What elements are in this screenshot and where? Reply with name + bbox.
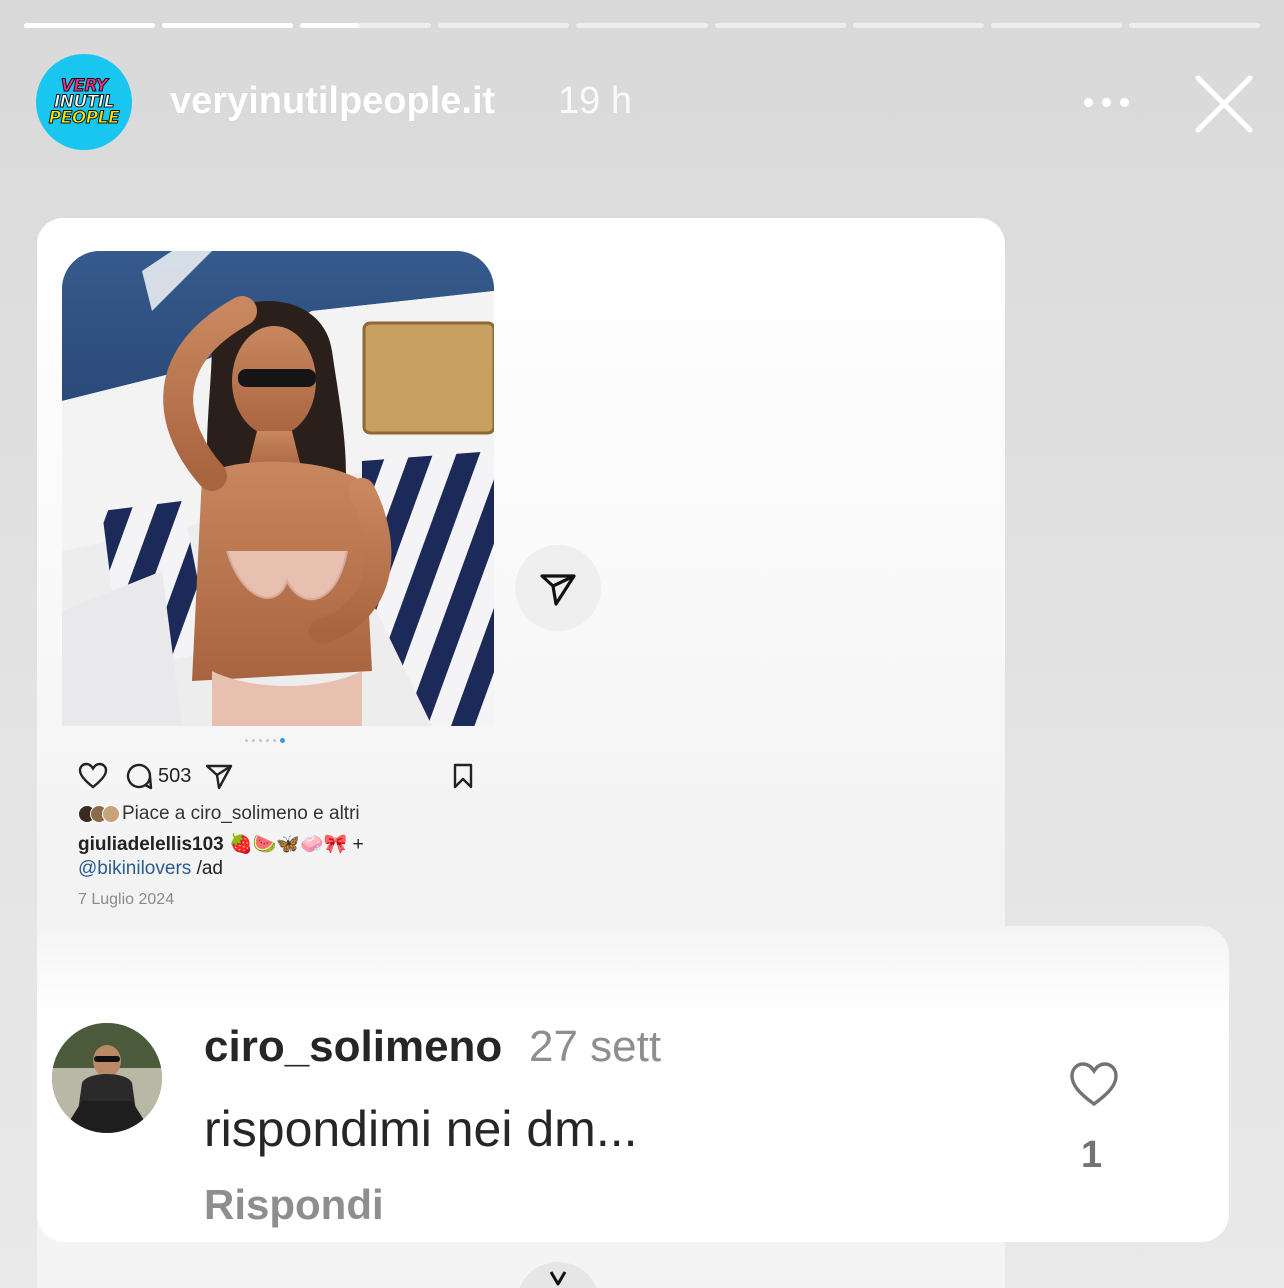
share-icon[interactable] [204,761,234,791]
story-username[interactable]: veryinutilpeople.it [170,80,495,123]
comment-count: 503 [158,765,192,787]
progress-segment [714,23,846,28]
likes-text: Piace a ciro_solimeno e altri [122,803,360,824]
carousel-dot [245,739,248,742]
progress-segment [1128,23,1260,28]
carousel-dots [245,738,285,743]
caption-username[interactable]: giuliadelellis103 [78,834,224,855]
post-caption: giuliadelellis103 🍓🍉🦋🧼🎀 + [78,832,364,856]
caption-emojis: 🍓🍉🦋🧼🎀 [229,834,348,855]
comment-icon[interactable] [124,761,154,791]
comment-text: rispondimi nei dm... [204,1101,638,1157]
progress-segment-current [300,23,432,28]
reply-button[interactable]: Rispondi [204,1181,384,1229]
heart-icon[interactable] [78,761,108,791]
progress-segment [990,23,1122,28]
carousel-dot [273,739,276,742]
heart-icon[interactable] [1068,1060,1120,1108]
commenter-avatar[interactable] [52,1023,162,1133]
carousel-dot [266,739,269,742]
send-icon-peek [517,1262,599,1288]
post-date: 7 Luglio 2024 [78,891,175,908]
carousel-dot [259,739,262,742]
likes-summary[interactable]: Piace a ciro_solimeno e altri [78,803,360,825]
ellipsis-icon[interactable] [1078,88,1134,116]
send-icon [519,1262,597,1288]
send-icon [540,574,576,606]
progress-segment [24,23,156,28]
progress-segment [852,23,984,28]
bookmark-icon[interactable] [448,761,478,791]
caption-plus: + [352,834,364,855]
comment-like-count: 1 [1081,1134,1103,1176]
carousel-dot [252,739,255,742]
liker-avatars [78,805,120,823]
post-photo[interactable] [62,251,494,726]
avatar-logo-line: PEOPLE [48,108,120,129]
commenter-avatar-photo [52,1023,162,1133]
post-photo-illustration [62,251,494,726]
account-avatar[interactable]: VERY INUTIL PEOPLE [36,54,132,150]
close-icon[interactable] [1192,72,1256,136]
commenter-username[interactable]: ciro_solimeno [204,1022,502,1072]
story-header: VERY INUTIL PEOPLE veryinutilpeople.it 1… [0,52,1284,152]
progress-segment [438,23,570,28]
progress-segment [162,23,294,28]
progress-segment [576,23,708,28]
share-post-button[interactable] [515,545,601,631]
story-time: 19 h [558,80,632,122]
mention-link[interactable]: @bikinilovers [78,858,191,879]
comment-card: ciro_solimeno 27 sett rispondimi nei dm.… [37,926,1229,1242]
post-actions: 503 [78,761,478,793]
carousel-dot-active [280,738,285,743]
ad-tag: /ad [196,858,223,879]
comment-time: 27 sett [529,1022,662,1071]
story-progress-bar [24,23,1260,29]
post-caption-line2: @bikinilovers /ad [78,858,223,880]
